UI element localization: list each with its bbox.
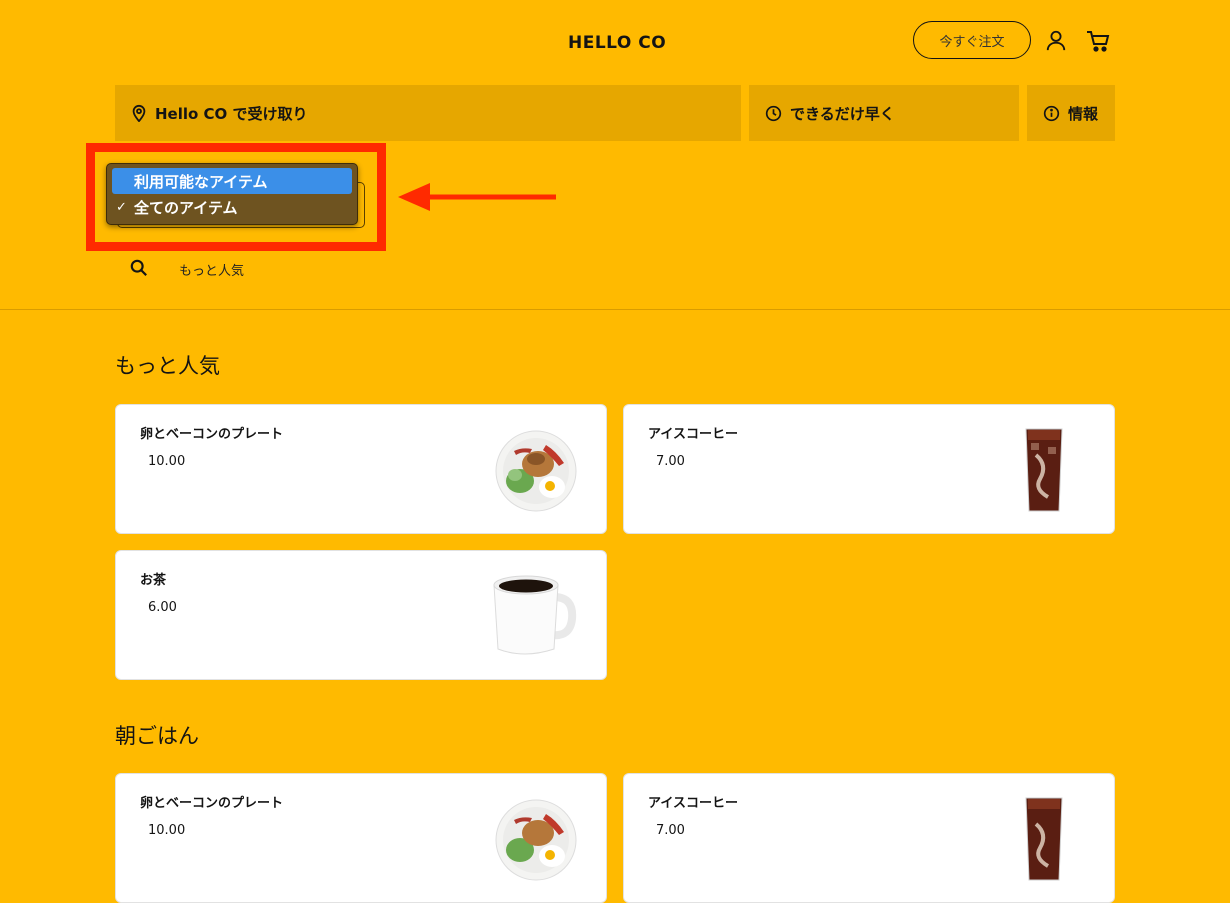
time-label: できるだけ早く — [790, 104, 895, 123]
menu-item-card[interactable]: お茶 6.00 — [115, 550, 607, 680]
pickup-location-button[interactable]: Hello CO で受け取り — [115, 85, 741, 141]
menu-item-card[interactable]: アイスコーヒー 7.00 — [623, 404, 1115, 534]
search-icon[interactable] — [130, 259, 148, 277]
location-pin-icon — [132, 104, 146, 122]
menu-item-card[interactable]: アイスコーヒー 7.00 — [623, 773, 1115, 903]
iced-coffee-image — [1025, 428, 1063, 512]
item-name: アイスコーヒー — [648, 796, 738, 811]
info-label: 情報 — [1068, 104, 1099, 123]
menu-item-card[interactable]: 卵とベーコンのプレート 10.00 — [115, 404, 607, 534]
item-name: 卵とベーコンのプレート — [140, 427, 284, 442]
menu-item-card[interactable]: 卵とベーコンのプレート 10.00 — [115, 773, 607, 903]
iced-coffee-image — [1025, 797, 1063, 881]
item-name: 卵とベーコンのプレート — [140, 796, 284, 811]
user-icon[interactable] — [1045, 29, 1067, 51]
item-price: 7.00 — [656, 823, 685, 838]
clock-icon — [765, 105, 782, 121]
item-price: 7.00 — [656, 454, 685, 469]
annotation-highlight-box — [86, 143, 386, 251]
brand-logo[interactable]: HELLO CO — [568, 33, 666, 53]
hot-drink-mug-image — [493, 575, 577, 655]
annotation-arrow-icon — [398, 183, 556, 211]
egg-bacon-plate-image — [495, 430, 577, 512]
info-button[interactable]: 情報 — [1027, 85, 1115, 141]
cart-icon[interactable] — [1086, 29, 1110, 53]
info-icon — [1043, 105, 1060, 121]
item-price: 6.00 — [148, 600, 177, 615]
item-name: アイスコーヒー — [648, 427, 738, 442]
section-title-popular: もっと人気 — [115, 354, 220, 378]
category-nav-popular[interactable]: もっと人気 — [179, 260, 244, 279]
item-price: 10.00 — [148, 454, 186, 469]
section-title-breakfast: 朝ごはん — [115, 724, 199, 748]
pickup-label: Hello CO で受け取り — [155, 104, 308, 123]
item-name: お茶 — [140, 573, 167, 588]
item-price: 10.00 — [148, 823, 186, 838]
pickup-time-button[interactable]: できるだけ早く — [749, 85, 1019, 141]
order-now-button[interactable]: 今すぐ注文 — [913, 21, 1031, 59]
header-divider — [0, 309, 1230, 310]
egg-bacon-plate-image — [495, 799, 577, 881]
